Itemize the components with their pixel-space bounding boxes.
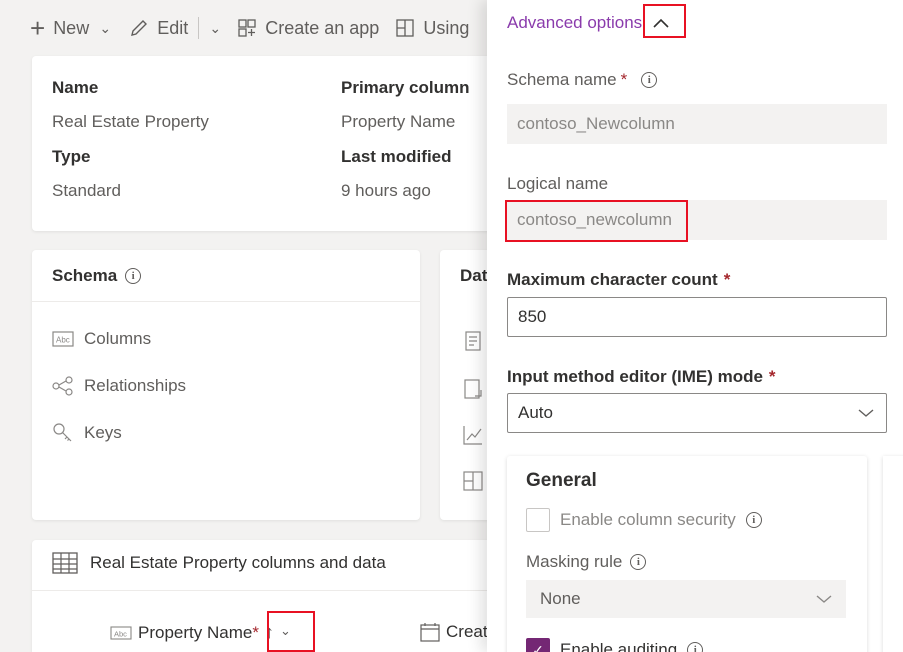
- create-app-label: Create an app: [265, 17, 380, 38]
- info-icon[interactable]: i: [641, 72, 658, 88]
- column-security-checkbox[interactable]: [526, 508, 550, 532]
- columns-card-title: Real Estate Property columns and data: [90, 553, 386, 572]
- general-title: General: [526, 470, 597, 491]
- text-column-icon: Abc: [52, 328, 74, 350]
- chevron-up-icon[interactable]: [644, 10, 678, 36]
- last-modified-value: 9 hours ago: [341, 181, 431, 200]
- create-app-button[interactable]: Create an app: [237, 18, 379, 39]
- max-char-count-input[interactable]: 850: [507, 297, 887, 337]
- masking-rule-dropdown[interactable]: None: [526, 580, 846, 618]
- grid-add-icon: [238, 19, 256, 37]
- name-value: Real Estate Property: [52, 112, 209, 131]
- chevron-down-icon: [858, 409, 874, 417]
- form-icon[interactable]: [462, 330, 484, 352]
- grid-icon: [396, 19, 414, 37]
- chevron-down-icon: [816, 595, 832, 603]
- masking-rule-label-text: Masking rule: [526, 552, 623, 571]
- schema-name-label-text: Schema name: [507, 70, 617, 89]
- schema-header: Schema i: [32, 250, 420, 302]
- info-icon[interactable]: i: [745, 512, 762, 528]
- key-icon: [52, 422, 74, 444]
- chevron-down-icon[interactable]: ⌄: [97, 20, 113, 37]
- using-button[interactable]: Using: [395, 18, 469, 39]
- type-value: Standard: [52, 181, 121, 200]
- info-icon[interactable]: i: [125, 267, 142, 284]
- columns-data-card: Real Estate Property columns and data Ab…: [32, 540, 502, 652]
- svg-text:Abc: Abc: [56, 336, 70, 345]
- relationship-icon: [52, 375, 74, 397]
- required-indicator: *: [768, 367, 776, 386]
- masking-rule-value: None: [540, 589, 581, 608]
- auditing-row: ✓ Enable auditing i: [526, 638, 704, 652]
- type-key: Type: [52, 147, 91, 166]
- dashboard-icon[interactable]: [462, 470, 484, 492]
- column-properties-panel: Advanced options Schema name * i contoso_…: [487, 0, 903, 652]
- schema-item-columns[interactable]: Abc Columns: [52, 328, 151, 350]
- chart-icon[interactable]: [462, 424, 484, 446]
- primary-column-key: Primary column: [341, 78, 470, 97]
- advanced-options-label: Advanced options: [507, 13, 643, 32]
- view-icon[interactable]: [462, 378, 484, 400]
- columns-card-header: Real Estate Property columns and data: [52, 552, 386, 574]
- max-char-count-label: Maximum character count *: [507, 270, 730, 290]
- masking-rule-label: Masking rule i: [526, 552, 647, 572]
- chevron-down-icon[interactable]: ⌄: [207, 20, 223, 37]
- info-icon[interactable]: i: [687, 642, 704, 652]
- ime-mode-label: Input method editor (IME) mode *: [507, 367, 776, 387]
- schema-item-relationships[interactable]: Relationships: [52, 375, 186, 397]
- required-indicator: *: [252, 622, 259, 642]
- ime-mode-label-text: Input method editor (IME) mode: [507, 367, 763, 386]
- general-settings-card: General Enable column security i Masking…: [507, 456, 867, 652]
- table-properties-card: Name Real Estate Property Type Standard …: [32, 56, 502, 231]
- schema-item-label: Columns: [84, 329, 152, 348]
- auditing-checkbox[interactable]: ✓: [526, 638, 550, 652]
- logical-name-field: contoso_newcolumn: [507, 200, 887, 240]
- edit-button[interactable]: Edit: [129, 18, 188, 39]
- using-label: Using: [423, 17, 470, 38]
- schema-item-label: Relationships: [84, 376, 187, 395]
- last-modified-key: Last modified: [341, 147, 452, 166]
- table-icon: [52, 552, 78, 574]
- svg-text:Abc: Abc: [114, 629, 127, 638]
- chevron-down-icon[interactable]: ⌄: [280, 623, 291, 639]
- sort-ascending-icon[interactable]: ↑: [265, 622, 274, 643]
- text-column-icon: Abc: [110, 625, 132, 640]
- new-button[interactable]: + New ⌄: [30, 15, 113, 41]
- max-char-count-label-text: Maximum character count: [507, 270, 718, 289]
- required-indicator: *: [723, 270, 731, 289]
- column-security-row: Enable column security i: [526, 508, 762, 532]
- data-card-title: Dat: [460, 266, 488, 285]
- settings-card: [883, 456, 903, 652]
- new-label: New: [53, 17, 90, 38]
- logical-name-label: Logical name: [507, 174, 609, 193]
- plus-icon: +: [30, 13, 46, 43]
- ime-mode-dropdown[interactable]: Auto: [507, 393, 887, 433]
- column-header-property-name[interactable]: Abc Property Name * ↑ ⌄: [110, 622, 291, 643]
- required-indicator: *: [620, 70, 628, 89]
- schema-title: Schema: [52, 265, 118, 285]
- schema-card: Schema i Abc Columns Relationships Keys: [32, 250, 420, 520]
- ime-mode-value: Auto: [518, 403, 553, 422]
- schema-item-label: Keys: [84, 423, 122, 442]
- info-icon[interactable]: i: [630, 554, 647, 570]
- column-security-label: Enable column security: [560, 510, 736, 529]
- column-header-created[interactable]: Creat: [420, 622, 488, 642]
- auditing-label: Enable auditing: [560, 640, 678, 652]
- schema-name-label: Schema name * i: [507, 70, 658, 90]
- advanced-options-toggle[interactable]: Advanced options: [507, 10, 678, 36]
- calendar-icon: [420, 623, 440, 642]
- toolbar-divider: [198, 17, 200, 39]
- pencil-icon: [131, 20, 148, 36]
- primary-column-value: Property Name: [341, 112, 456, 131]
- schema-name-field: contoso_Newcolumn: [507, 104, 887, 144]
- divider: [32, 590, 502, 591]
- edit-label: Edit: [157, 17, 189, 38]
- name-key: Name: [52, 78, 99, 97]
- column-header-label: Property Name: [138, 622, 253, 642]
- schema-item-keys[interactable]: Keys: [52, 422, 122, 444]
- column-header-label: Creat: [446, 622, 488, 641]
